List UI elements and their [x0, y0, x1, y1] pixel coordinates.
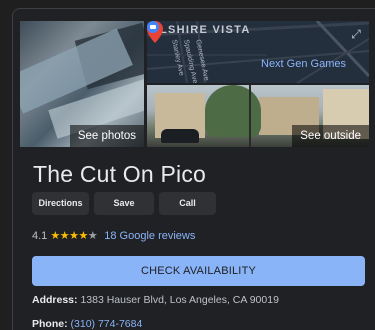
rating-stars-icon: ★★★★★ [50, 230, 98, 242]
expand-icon[interactable]: ⤢ [349, 27, 363, 41]
phone-label: Phone: [32, 318, 68, 330]
page: See photos VILSHIRE VISTA Stanley Ave Sp… [0, 0, 375, 330]
reviews-link[interactable]: 18 Google reviews [104, 230, 195, 242]
place-title: The Cut On Pico [33, 161, 207, 187]
address-label: Address: [32, 294, 78, 306]
see-photos-label[interactable]: See photos [69, 125, 144, 147]
poi-marker-icon [147, 21, 159, 33]
see-outside-label[interactable]: See outside [292, 125, 369, 147]
rating-row: 4.1 ★★★★★ 18 Google reviews [32, 229, 195, 242]
check-availability-button[interactable]: CHECK AVAILABILITY [32, 256, 365, 286]
phone-line: Phone: (310) 774-7684 [32, 318, 142, 330]
address-line: Address: 1383 Hauser Blvd, Los Angeles, … [32, 294, 279, 306]
directions-button[interactable]: Directions [32, 192, 89, 215]
rating-value: 4.1 [32, 230, 48, 242]
photo-strip: See photos VILSHIRE VISTA Stanley Ave Sp… [20, 21, 369, 147]
street-view-photo[interactable]: See outside [147, 85, 369, 147]
address-value: 1383 Hauser Blvd, Los Angeles, CA 90019 [80, 294, 279, 306]
map-poi-label: Next Gen Games [261, 58, 346, 70]
map-thumbnail[interactable]: VILSHIRE VISTA Stanley Ave Spaulding Ave… [147, 21, 369, 83]
save-button[interactable]: Save [94, 192, 154, 215]
call-button[interactable]: Call [159, 192, 216, 215]
knowledge-panel: See photos VILSHIRE VISTA Stanley Ave Sp… [12, 8, 375, 330]
interior-photo[interactable]: See photos [20, 21, 144, 147]
phone-link[interactable]: (310) 774-7684 [71, 318, 143, 330]
